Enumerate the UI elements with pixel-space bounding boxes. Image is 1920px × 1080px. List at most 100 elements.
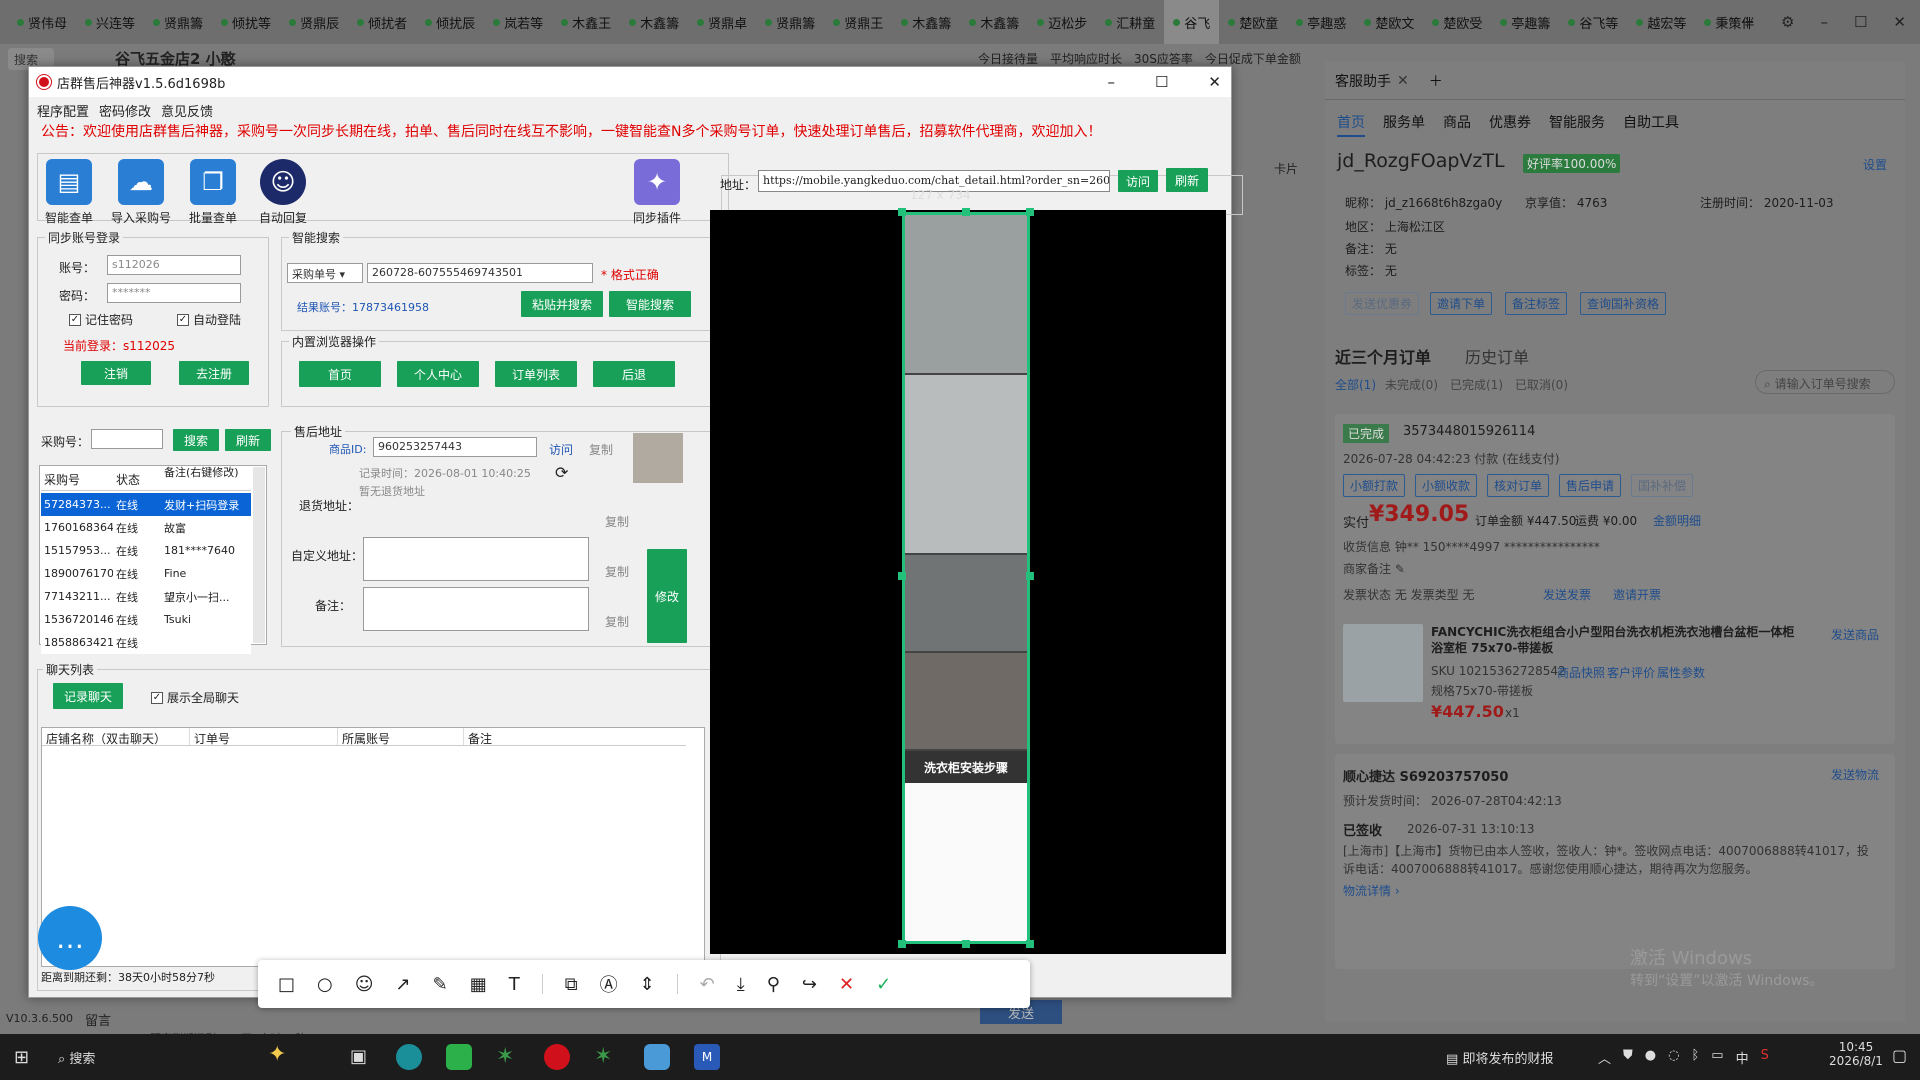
task-view-icon[interactable]: ▣ bbox=[350, 1046, 367, 1067]
import-purchase-tool[interactable]: ☁ 导入采购号 bbox=[111, 159, 171, 226]
maximize-icon[interactable]: ☐ bbox=[1854, 13, 1867, 31]
top-tab[interactable]: 贤鼎籌 bbox=[756, 0, 824, 44]
record-chat-button[interactable]: 记录聊天 bbox=[53, 683, 123, 709]
edge-icon[interactable] bbox=[396, 1044, 422, 1070]
modify-button[interactable]: 修改 bbox=[647, 549, 687, 643]
send-logistics-link[interactable]: 发送物流 bbox=[1831, 766, 1879, 783]
product-name[interactable]: FANCYCHIC洗衣柜组合小户型阳台洗衣机柜洗衣池槽台盆柜一体柜浴室柜 75x… bbox=[1431, 624, 1801, 656]
bluetooth-icon[interactable]: ᛒ bbox=[1691, 1048, 1699, 1067]
top-tab[interactable]: 倾扰等 bbox=[212, 0, 280, 44]
news-widget[interactable]: ▤ 即将发布的财报 bbox=[1446, 1048, 1553, 1067]
refresh-page-button[interactable]: 刷新 bbox=[1166, 168, 1208, 192]
show-all-chat-checkbox[interactable]: ✓ 展示全局聊天 bbox=[151, 689, 239, 706]
top-tab[interactable]: 迈松步 bbox=[1028, 0, 1096, 44]
refresh-icon[interactable]: ⟳ bbox=[555, 463, 568, 482]
product-image[interactable] bbox=[633, 433, 683, 483]
top-tab[interactable]: 楚欧童 bbox=[1219, 0, 1287, 44]
copy-return-link[interactable]: 复制 bbox=[605, 513, 629, 530]
app-icon-green[interactable]: ✶ bbox=[496, 1044, 522, 1070]
sync-plugin-tool[interactable]: ✦ 同步插件 bbox=[627, 159, 687, 226]
top-tab[interactable]: 贤鼎籌 bbox=[144, 0, 212, 44]
top-tab[interactable]: 木鑫籌 bbox=[892, 0, 960, 44]
arrow-icon[interactable]: ↗ bbox=[396, 974, 411, 995]
table-scrollbar[interactable] bbox=[253, 467, 265, 643]
filter-cancelled[interactable]: 已取消(0) bbox=[1515, 376, 1568, 393]
chevron-up-icon[interactable]: ︿ bbox=[1598, 1048, 1611, 1067]
aftersale-apply-button[interactable]: 售后申请 bbox=[1559, 474, 1622, 497]
send-coupon-button[interactable]: 发送优惠券 bbox=[1345, 292, 1420, 315]
close-icon[interactable]: ✕ bbox=[1893, 13, 1906, 31]
close-icon[interactable]: ✕ bbox=[1397, 73, 1409, 89]
resize-handle[interactable] bbox=[898, 940, 906, 948]
chat-bubble-icon[interactable]: … bbox=[38, 906, 102, 970]
close-icon[interactable]: ✕ bbox=[1208, 73, 1221, 91]
edit-icon[interactable]: ✎ bbox=[1395, 562, 1405, 576]
menu-password[interactable]: 密码修改 bbox=[99, 101, 151, 120]
top-tab[interactable]: 贤伟母 bbox=[8, 0, 76, 44]
aftersale-app-icon[interactable] bbox=[544, 1044, 570, 1070]
top-tab[interactable]: 亭趣惑 bbox=[1287, 0, 1355, 44]
copy-link[interactable]: 复制 bbox=[589, 441, 613, 458]
share-icon[interactable]: ↪ bbox=[802, 974, 817, 995]
paste-search-button[interactable]: 粘贴并搜索 bbox=[521, 291, 603, 317]
amount-detail-link[interactable]: 金额明细 bbox=[1653, 512, 1701, 529]
copy-custom-link[interactable]: 复制 bbox=[605, 563, 629, 580]
resize-handle[interactable] bbox=[1026, 940, 1034, 948]
top-tab[interactable]: 岚若等 bbox=[484, 0, 552, 44]
windows-start-icon[interactable]: ⊞ bbox=[14, 1047, 29, 1068]
cancel-icon[interactable]: ✕ bbox=[839, 974, 854, 995]
table-row[interactable]: 18900761703在线 Fine bbox=[41, 562, 251, 585]
order-search-input[interactable]: ⌕ 请输入订单号搜索 bbox=[1755, 370, 1895, 394]
personal-center-button[interactable]: 个人中心 bbox=[397, 361, 479, 387]
back-button[interactable]: 后退 bbox=[593, 361, 675, 387]
network-icon[interactable]: ◌ bbox=[1668, 1048, 1679, 1067]
table-row[interactable]: 77143211... 在线 望京小一扫... bbox=[41, 585, 251, 608]
top-tab[interactable]: 兴连等 bbox=[76, 0, 144, 44]
menu-feedback[interactable]: 意见反馈 bbox=[161, 101, 213, 120]
purchase-input[interactable] bbox=[91, 429, 163, 449]
display-icon[interactable]: ▭ bbox=[1711, 1048, 1723, 1067]
check-order-button[interactable]: 核对订单 bbox=[1487, 474, 1550, 497]
top-tab[interactable]: 倾扰辰 bbox=[416, 0, 484, 44]
search-input[interactable]: 260728-607555469743501 bbox=[367, 263, 593, 283]
invite-order-button[interactable]: 邀请下单 bbox=[1430, 292, 1493, 315]
smart-search-button[interactable]: 智能搜索 bbox=[609, 291, 691, 317]
screenshot-selection[interactable]: 洗衣柜安装步骤 bbox=[902, 212, 1030, 944]
nav-tools[interactable]: 自助工具 bbox=[1623, 112, 1679, 137]
add-tab-icon[interactable]: ＋ bbox=[1429, 71, 1443, 91]
snapshot-link[interactable]: 商品快照 bbox=[1557, 664, 1605, 681]
pin-to-screen-icon[interactable]: ⧉ bbox=[565, 974, 578, 995]
resize-handle[interactable] bbox=[1026, 208, 1034, 216]
visit-link[interactable]: 访问 bbox=[549, 441, 573, 458]
minimize-icon[interactable]: – bbox=[1107, 73, 1115, 91]
review-link[interactable]: 客户评价 bbox=[1607, 664, 1655, 681]
pencil-icon[interactable]: ✎ bbox=[433, 974, 448, 995]
logout-button[interactable]: 注销 bbox=[81, 361, 151, 385]
top-tab[interactable]: 谷飞等 bbox=[1559, 0, 1627, 44]
table-row[interactable]: 15157953... 在线 181****7640 bbox=[41, 539, 251, 562]
new-tab-icon[interactable]: ＋ bbox=[1740, 12, 1755, 33]
top-tab[interactable]: 贤鼎卓 bbox=[688, 0, 756, 44]
remark-tag-button[interactable]: 备注标签 bbox=[1505, 292, 1568, 315]
account-input[interactable]: s112026 bbox=[107, 255, 241, 275]
small-collect-button[interactable]: 小额收款 bbox=[1415, 474, 1478, 497]
top-tab[interactable]: 谷飞 bbox=[1164, 0, 1220, 44]
tab-recent-orders[interactable]: 近三个月订单 bbox=[1335, 344, 1431, 368]
remark-input[interactable] bbox=[363, 587, 589, 631]
small-pay-button[interactable]: 小额打款 bbox=[1343, 474, 1406, 497]
wechat-icon[interactable] bbox=[446, 1044, 472, 1070]
top-tab[interactable]: 贤鼎辰 bbox=[280, 0, 348, 44]
top-tab[interactable]: 楚欧受 bbox=[1423, 0, 1491, 44]
nav-service[interactable]: 服务单 bbox=[1383, 112, 1425, 137]
resize-handle[interactable] bbox=[898, 208, 906, 216]
check-subsidy-button[interactable]: 查询国补资格 bbox=[1580, 292, 1667, 315]
minimize-icon[interactable]: – bbox=[1820, 13, 1828, 31]
nav-goods[interactable]: 商品 bbox=[1443, 112, 1471, 137]
smart-query-tool[interactable]: ▤ 智能查单 bbox=[39, 159, 99, 226]
taskbar-search[interactable]: ⌕ 搜索 bbox=[58, 1048, 95, 1067]
undo-icon[interactable]: ↶ bbox=[700, 974, 715, 995]
resize-handle[interactable] bbox=[1026, 572, 1034, 580]
top-tab[interactable]: 贤鼎王 bbox=[824, 0, 892, 44]
auto-reply-tool[interactable]: ☺ 自动回复 bbox=[253, 159, 313, 226]
send-product-link[interactable]: 发送商品 bbox=[1831, 626, 1879, 643]
